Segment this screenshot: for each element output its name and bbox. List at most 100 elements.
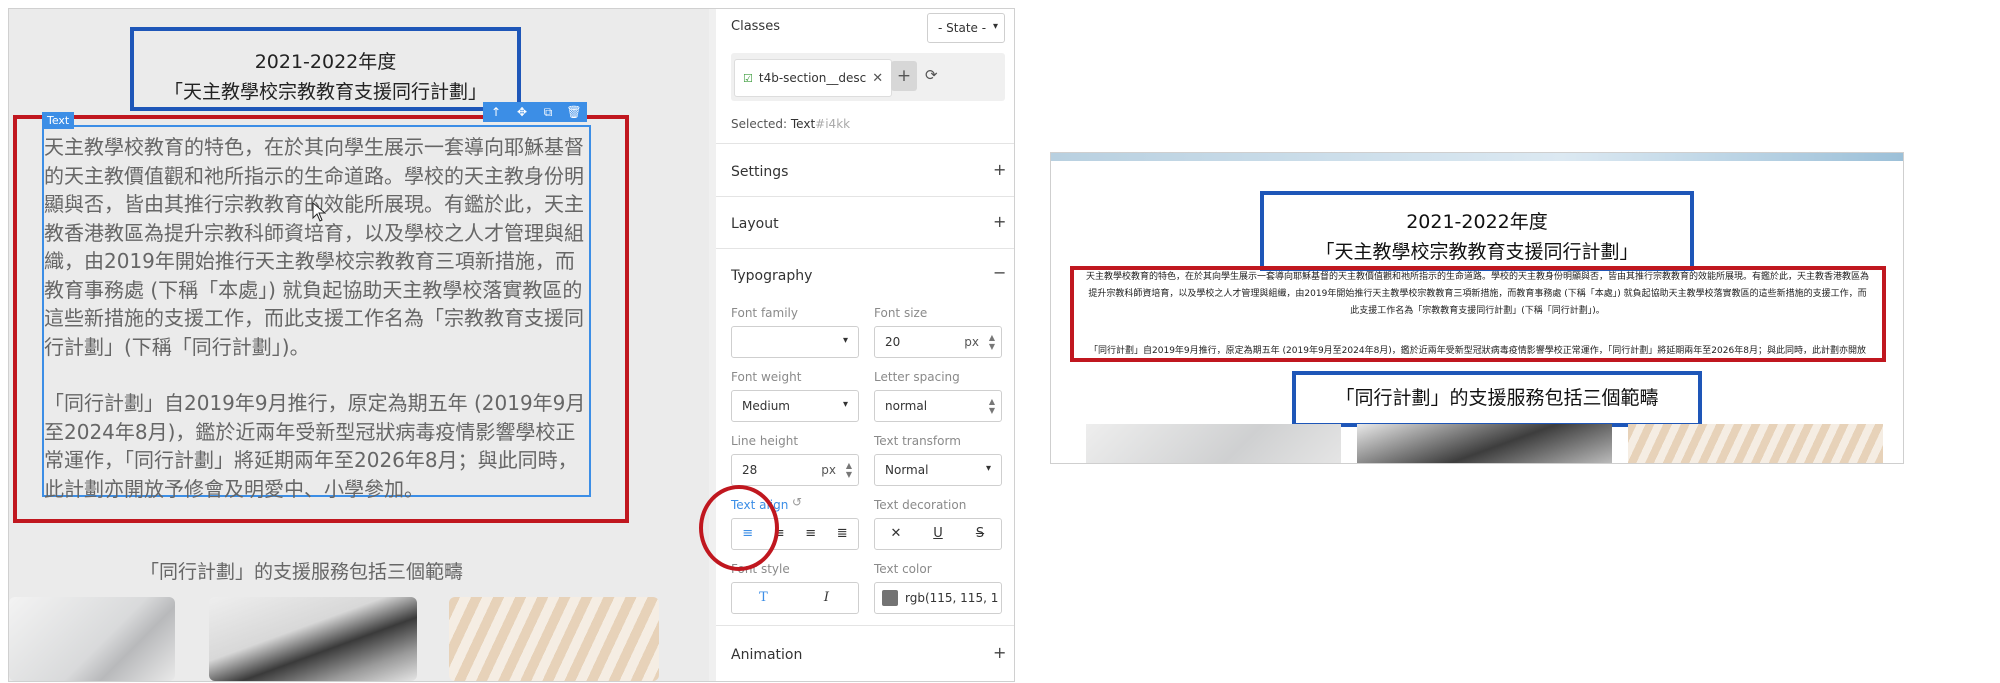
font-family-label: Font family [731,306,798,320]
chevron-down-icon: ▾ [842,335,848,346]
text-transform-value: Normal [885,463,929,477]
selected-info: Selected: Text#i4kk [731,117,850,131]
preview-paragraph-1: 天主教學校教育的特色，在於其向學生展示一套導向耶穌基督的天主教價值觀和祂所指示的… [1085,272,1869,316]
divider [716,248,1014,249]
selected-value: Text [790,117,816,131]
class-tag-name: t4b-section__desc [758,71,867,85]
normal-style-icon[interactable]: T [732,583,795,613]
text-color-value: rgb(115, 115, 1 [905,591,999,605]
expand-settings-icon[interactable]: + [993,160,1006,179]
font-weight-select[interactable]: Medium ▾ [731,390,859,422]
letter-spacing-value: normal [885,399,928,413]
font-size-label: Font size [874,306,928,320]
selection-type-tag: Text [42,112,75,129]
text-decoration-group: ✕ U S [874,518,1002,550]
settings-section-title[interactable]: Settings [731,164,788,180]
preview-staircase-photo [1628,424,1883,463]
style-manager-panel: Classes - State - ▾ ☑ t4b-section__desc … [709,9,1014,681]
class-tag[interactable]: ☑ t4b-section__desc ✕ [734,59,893,97]
text-decoration-label: Text decoration [874,498,967,512]
chevron-down-icon: ▾ [992,21,998,32]
remove-class-icon[interactable]: ✕ [872,71,883,86]
divider [716,625,1014,626]
editor-window: 2021-2022年度 「天主教學校宗教教育支援同行計劃」 天主教學校教育的特色… [8,8,1015,682]
text-align-annotation-circle [699,485,779,571]
selected-label: Selected: [731,117,788,131]
text-transform-select[interactable]: Normal ▾ [874,454,1002,486]
classes-label: Classes [731,19,780,34]
canvas-title-program[interactable]: 「天主教學校宗教教育支援同行計劃」 [134,77,517,104]
divider [716,143,1014,144]
delete-icon[interactable]: 🗑 [561,102,587,122]
font-size-value: 20 [885,335,901,349]
letter-spacing-label: Letter spacing [874,370,960,384]
align-justify-icon[interactable]: ≣ [827,519,859,549]
staircase-photo [449,597,659,681]
canvas-services-heading[interactable]: 「同行計劃」的支援服務包括三個範疇 [9,557,594,584]
preview-working-photo [1357,424,1612,463]
line-height-unit[interactable]: px [821,463,836,477]
reset-icon[interactable]: ↺ [792,495,802,509]
divider [716,196,1014,197]
line-height-value: 28 [742,463,758,477]
canvas-paragraph-2[interactable]: 「同行計劃」自2019年9月推行，原定為期五年 (2019年9月至2024年8月… [44,389,589,503]
font-size-input[interactable]: 20 px ▲ ▼ [874,326,1002,358]
style-manager-content: Classes - State - ▾ ☑ t4b-section__desc … [716,9,1014,681]
selected-id: #i4kk [815,117,851,131]
expand-animation-icon[interactable]: + [993,643,1006,662]
preview-title-annotation-box: 2021-2022年度 「天主教學校宗教教育支援同行計劃」 [1260,191,1694,271]
line-height-label: Line height [731,434,799,448]
no-decoration-icon[interactable]: ✕ [875,519,917,549]
selected-text-block[interactable]: 天主教學校教育的特色，在於其向學生展示一套導向耶穌基督的天主教價值觀和祂所指示的… [42,125,591,501]
typography-section-title[interactable]: Typography [731,268,812,284]
strikethrough-icon[interactable]: S [959,519,1001,549]
preview-services-heading: 「同行計劃」的支援服務包括三個範疇 [1292,371,1702,427]
laptop-photo [9,597,175,681]
preview-header-bar [1051,153,1903,161]
chevron-down-icon: ▾ [985,463,991,474]
collapse-typography-icon[interactable]: − [993,263,1006,282]
animation-section-title[interactable]: Animation [731,647,802,663]
mouse-cursor-icon [312,202,326,222]
text-color-label: Text color [874,562,932,576]
layout-section-title[interactable]: Layout [731,216,779,232]
preview-title-year: 2021-2022年度 [1406,211,1548,233]
stepper-icon[interactable]: ▲ ▼ [846,461,852,479]
line-height-input[interactable]: 28 px ▲ ▼ [731,454,859,486]
move-icon[interactable]: ✥ [509,102,535,122]
text-color-input[interactable]: rgb(115, 115, 1 [874,582,1002,614]
page-preview: 2021-2022年度 「天主教學校宗教教育支援同行計劃」 天主教學校教育的特色… [1050,152,1904,464]
font-style-group: T I [731,582,859,614]
canvas-title-year[interactable]: 2021-2022年度 [134,47,517,74]
preview-title-program: 「天主教學校宗教教育支援同行計劃」 [1315,241,1639,263]
sync-styles-icon[interactable]: ⟳ [925,66,938,84]
font-size-unit[interactable]: px [964,335,979,349]
select-parent-icon[interactable]: ↑ [483,102,509,122]
color-swatch[interactable] [882,590,898,606]
state-select[interactable]: - State - ▾ [927,13,1005,43]
font-weight-value: Medium [742,399,790,413]
chevron-down-icon: ▾ [842,399,848,410]
text-transform-label: Text transform [874,434,961,448]
align-right-icon[interactable]: ≡ [795,519,827,549]
font-family-select[interactable]: ▾ [731,326,859,358]
selection-toolbar: ↑ ✥ ⧉ 🗑 [483,102,587,122]
expand-layout-icon[interactable]: + [993,212,1006,231]
class-tags-area: ☑ t4b-section__desc ✕ + ⟳ [731,53,1005,101]
state-select-value: - State - [938,21,987,35]
stepper-icon[interactable]: ▲ ▼ [989,333,995,351]
editor-canvas[interactable]: 2021-2022年度 「天主教學校宗教教育支援同行計劃」 天主教學校教育的特色… [9,9,709,681]
underline-icon[interactable]: U [917,519,959,549]
title-annotation-box: 2021-2022年度 「天主教學校宗教教育支援同行計劃」 [130,27,521,111]
working-photo [209,597,417,681]
preview-laptop-photo [1086,424,1341,463]
canvas-paragraph-1[interactable]: 天主教學校教育的特色，在於其向學生展示一套導向耶穌基督的天主教價值觀和祂所指示的… [44,133,589,361]
checkbox-checked-icon[interactable]: ☑ [743,72,753,85]
add-class-button[interactable]: + [891,61,917,91]
preview-paragraph-2: 「同行計劃」自2019年9月推行，原定為期五年 (2019年9月至2024年8月… [1089,346,1866,356]
clone-icon[interactable]: ⧉ [535,102,561,122]
stepper-icon[interactable]: ▲ ▼ [989,397,995,415]
letter-spacing-input[interactable]: normal ▲ ▼ [874,390,1002,422]
font-weight-label: Font weight [731,370,802,384]
italic-icon[interactable]: I [795,583,858,613]
